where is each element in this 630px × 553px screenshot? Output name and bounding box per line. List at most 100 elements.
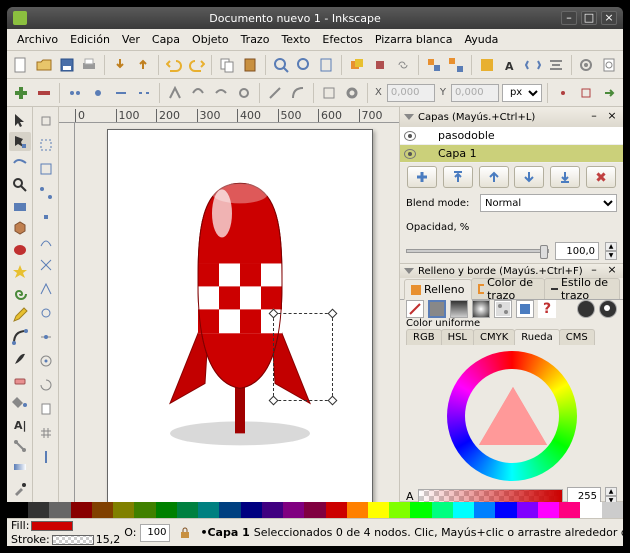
fill-dialog-icon[interactable] — [477, 54, 497, 76]
snap-midpoint-icon[interactable] — [35, 326, 57, 348]
node-break-icon[interactable] — [65, 82, 85, 104]
snap-node-icon[interactable] — [35, 206, 57, 228]
swatch[interactable] — [134, 502, 155, 518]
snap-guide-icon[interactable] — [35, 446, 57, 468]
bezier-tool-icon[interactable] — [9, 327, 31, 347]
menu-trazo[interactable]: Trazo — [235, 30, 276, 49]
connector-tool-icon[interactable] — [9, 436, 31, 456]
menu-pizarra[interactable]: Pizarra blanca — [369, 30, 459, 49]
status-opacity-input[interactable] — [140, 524, 170, 542]
swatch[interactable] — [410, 502, 431, 518]
paint-none-icon[interactable] — [406, 300, 424, 318]
menu-objeto[interactable]: Objeto — [186, 30, 235, 49]
tab-cms[interactable]: CMS — [559, 329, 595, 345]
eye-icon[interactable] — [404, 131, 416, 141]
snap-rotation-icon[interactable] — [35, 374, 57, 396]
swatch[interactable] — [474, 502, 495, 518]
paint-pattern-icon[interactable] — [494, 300, 512, 318]
swatch[interactable] — [28, 502, 49, 518]
obj-to-path-icon[interactable] — [319, 82, 339, 104]
swatch[interactable] — [71, 502, 92, 518]
status-layer-name[interactable]: •Capa 1 — [200, 526, 249, 539]
close-button[interactable]: × — [601, 11, 617, 25]
3dbox-tool-icon[interactable] — [9, 219, 31, 239]
slider-thumb[interactable] — [540, 245, 548, 259]
swatch[interactable] — [262, 502, 283, 518]
seg-curve-icon[interactable] — [288, 82, 308, 104]
swatch[interactable] — [198, 502, 219, 518]
snap-cusp-icon[interactable] — [35, 278, 57, 300]
swatch[interactable] — [7, 502, 28, 518]
snap-bbox-edge-icon[interactable] — [35, 158, 57, 180]
ruler-vertical[interactable] — [59, 123, 75, 502]
paint-flat-icon[interactable] — [428, 300, 446, 318]
color-palette[interactable] — [7, 502, 623, 518]
swatch[interactable] — [113, 502, 134, 518]
unit-select[interactable]: px — [502, 84, 542, 102]
fill-rule-nonzero-icon[interactable] — [599, 300, 617, 318]
swatch[interactable] — [326, 502, 347, 518]
alpha-input[interactable] — [567, 487, 601, 502]
swatch[interactable] — [602, 502, 623, 518]
seg-line-icon[interactable] — [265, 82, 285, 104]
collapse-icon[interactable] — [404, 268, 414, 274]
snap-center-icon[interactable] — [35, 350, 57, 372]
open-icon[interactable] — [34, 54, 54, 76]
copy-icon[interactable] — [217, 54, 237, 76]
star-tool-icon[interactable] — [9, 262, 31, 282]
fill-rule-evenodd-icon[interactable] — [577, 300, 595, 318]
alpha-spinner[interactable]: ▲▼ — [605, 487, 617, 502]
next-path-effect-icon[interactable] — [599, 82, 619, 104]
swatch[interactable] — [156, 502, 177, 518]
menu-ayuda[interactable]: Ayuda — [458, 30, 504, 49]
ellipse-tool-icon[interactable] — [9, 240, 31, 260]
clone-icon[interactable] — [370, 54, 390, 76]
menu-texto[interactable]: Texto — [275, 30, 316, 49]
rect-tool-icon[interactable] — [9, 197, 31, 217]
dropper-tool-icon[interactable] — [9, 479, 31, 499]
minimize-button[interactable]: – — [561, 11, 577, 25]
swatch[interactable] — [283, 502, 304, 518]
duplicate-icon[interactable] — [347, 54, 367, 76]
text-tool-icon[interactable]: A| — [9, 414, 31, 434]
swatch[interactable] — [432, 502, 453, 518]
node-smooth-icon[interactable] — [188, 82, 208, 104]
swatch[interactable] — [177, 502, 198, 518]
layer-row[interactable]: pasodoble — [400, 127, 623, 145]
paint-swatch-icon[interactable] — [516, 300, 534, 318]
stroke-to-path-icon[interactable] — [342, 82, 362, 104]
swatch[interactable] — [389, 502, 410, 518]
blend-mode-select[interactable]: Normal — [480, 194, 617, 212]
menu-efectos[interactable]: Efectos — [316, 30, 368, 49]
snap-enable-icon[interactable] — [35, 110, 57, 132]
snap-bbox-icon[interactable] — [35, 134, 57, 156]
layer-top-button[interactable] — [443, 166, 473, 188]
paint-lingrad-icon[interactable] — [450, 300, 468, 318]
text-dialog-icon[interactable]: A — [500, 54, 520, 76]
tab-color-trazo[interactable]: Color de trazo — [471, 278, 546, 299]
swatch[interactable] — [538, 502, 559, 518]
swatch[interactable] — [495, 502, 516, 518]
node-join-seg-icon[interactable] — [111, 82, 131, 104]
layer-add-button[interactable] — [407, 166, 437, 188]
show-handles-icon[interactable] — [553, 82, 573, 104]
unlink-icon[interactable] — [393, 54, 413, 76]
print-icon[interactable] — [79, 54, 99, 76]
tab-rueda[interactable]: Rueda — [514, 329, 559, 345]
prefs-icon[interactable] — [576, 54, 596, 76]
paint-unknown-icon[interactable]: ? — [538, 300, 556, 318]
swatch[interactable] — [304, 502, 325, 518]
ruler-horizontal[interactable]: 0100200300400500600700 — [59, 107, 399, 123]
snap-path-icon[interactable] — [35, 230, 57, 252]
snap-grid-icon[interactable] — [35, 422, 57, 444]
show-outline-icon[interactable] — [576, 82, 596, 104]
select-tool-icon[interactable] — [9, 110, 31, 130]
x-input[interactable] — [387, 84, 435, 102]
maximize-button[interactable]: □ — [581, 11, 597, 25]
snap-bbox-corner-icon[interactable] — [35, 182, 57, 204]
zoom-tool-icon[interactable] — [9, 175, 31, 195]
lock-icon[interactable] — [422, 149, 432, 159]
layer-row[interactable]: Capa 1 — [400, 145, 623, 163]
menu-capa[interactable]: Capa — [146, 30, 186, 49]
save-icon[interactable] — [57, 54, 77, 76]
